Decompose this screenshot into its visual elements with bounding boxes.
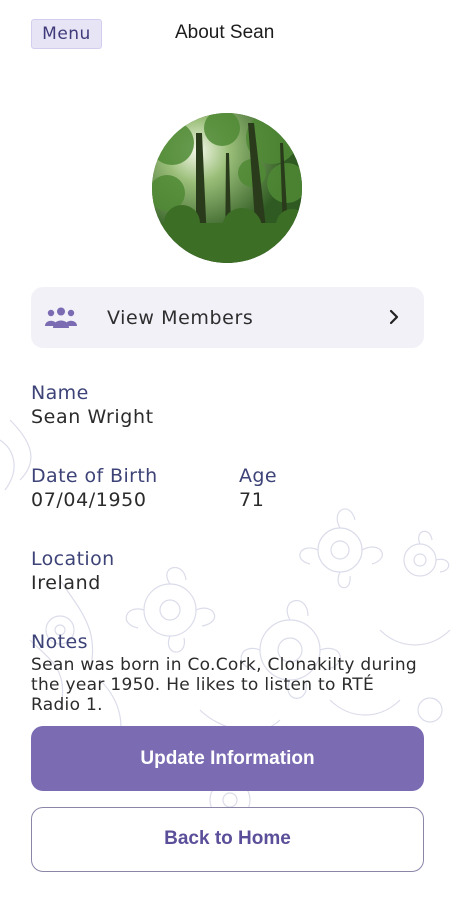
name-value: Sean Wright [31,406,154,428]
dob-value: 07/04/1950 [31,489,147,511]
menu-button[interactable]: Menu [31,19,102,49]
notes-value: Sean was born in Co.Cork, Clonakilty dur… [31,655,418,715]
profile-photo [152,113,302,263]
location-field: Location Ireland [31,548,115,594]
name-field: Name Sean Wright [31,382,154,428]
back-to-home-button[interactable]: Back to Home [31,807,424,872]
age-field: Age 71 [239,465,277,511]
group-icon [45,307,77,328]
age-label: Age [239,465,277,487]
update-information-button[interactable]: Update Information [31,726,424,791]
notes-field: Notes Sean was born in Co.Cork, Clonakil… [31,631,423,715]
page-title: About Sean [175,22,275,43]
dob-field: Date of Birth 07/04/1950 [31,465,158,511]
age-value: 71 [239,489,265,511]
dob-label: Date of Birth [31,465,158,487]
location-label: Location [31,548,115,570]
chevron-right-icon [389,309,399,325]
name-label: Name [31,382,89,404]
location-value: Ireland [31,572,101,594]
view-members-label: View Members [107,307,254,329]
notes-label: Notes [31,631,88,653]
app-header: Menu About Sean [0,0,454,70]
view-members-button[interactable]: View Members [31,287,424,348]
